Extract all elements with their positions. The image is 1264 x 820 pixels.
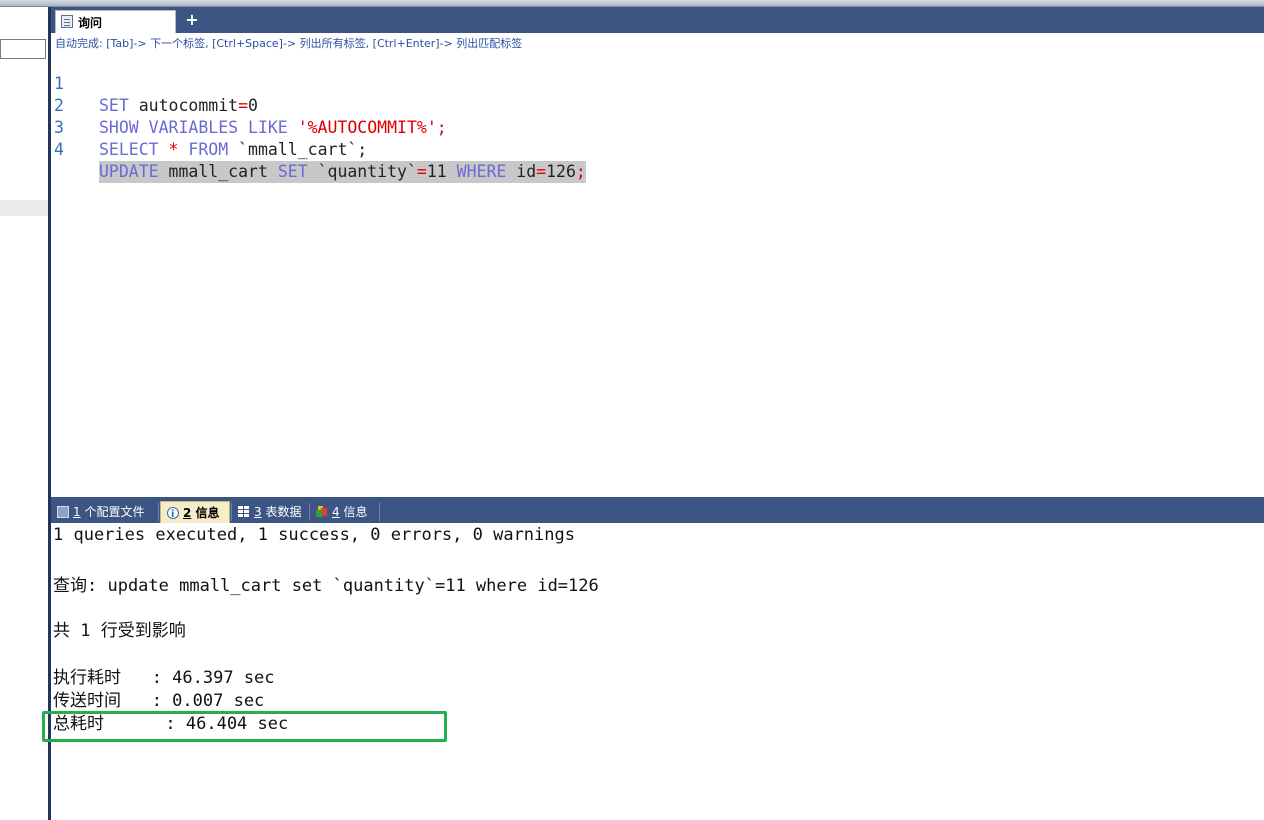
sql-keyword: SET [277, 162, 308, 181]
sql-operator: = [416, 162, 427, 181]
window-top-border [0, 0, 1264, 7]
tab-table-data-number: 3 [254, 505, 262, 519]
object-filter-input[interactable] [0, 39, 46, 59]
tab-profile-label: 个配置文件 [80, 505, 145, 519]
sql-identifier: `quantity` [307, 162, 417, 181]
tab-info-label: 信息 [339, 505, 368, 519]
execution-time-line: 执行耗时 : 46.397 sec [53, 668, 275, 688]
add-tab-button[interactable]: + [184, 10, 200, 30]
code-line: 2 SHOW VARIABLES LIKE '%AUTOCOMMIT%'; [51, 73, 1264, 137]
total-time-highlight-box [42, 711, 447, 742]
sql-value: 126 [546, 162, 576, 181]
sql-identifier: `mmall_cart`; [228, 140, 368, 159]
tab-messages[interactable]: 2 信息 [160, 501, 230, 526]
tab-query-label: 询问 [78, 16, 103, 30]
tab-query[interactable]: 询问 [55, 10, 176, 33]
sql-code-area[interactable]: 1 SET autocommit=0 2 SHOW VARIABLES LIKE… [51, 51, 1264, 183]
sql-value: 11 [426, 162, 457, 181]
profile-icon [57, 506, 69, 518]
results-panel: 1 个配置文件 2 信息 3 表数据 4 信息 1 queries execut… [51, 497, 1264, 820]
table-grid-icon [238, 506, 250, 518]
tab-info[interactable]: 4 信息 [310, 501, 378, 523]
sql-identifier: mmall_cart [158, 162, 278, 181]
code-line-text: UPDATE mmall_cart SET `quantity`=11 WHER… [99, 161, 586, 183]
affected-rows-line: 共 1 行受到影响 [53, 621, 186, 641]
transfer-time-line: 传送时间 : 0.007 sec [53, 691, 265, 711]
info-icon [167, 504, 179, 526]
code-line-selected: 4 UPDATE mmall_cart SET `quantity`=11 WH… [51, 117, 1264, 183]
query-editor-panel: 询问 + 自动完成: [Tab]-> 下一个标签, [Ctrl+Space]->… [51, 7, 1264, 497]
tab-table-data-label: 表数据 [261, 505, 302, 519]
tab-info-number: 4 [332, 505, 340, 519]
tab-separator [158, 503, 159, 521]
object-browser-selected-row[interactable] [0, 200, 48, 216]
code-line: 1 SET autocommit=0 [51, 51, 1264, 115]
autocomplete-hint: 自动完成: [Tab]-> 下一个标签, [Ctrl+Space]-> 列出所有… [55, 37, 523, 50]
tab-profile-number: 1 [73, 505, 81, 519]
sql-keyword: FROM [188, 140, 229, 159]
query-line: 查询: update mmall_cart set `quantity`=11 … [53, 576, 599, 596]
tab-separator [379, 503, 380, 521]
line-number: 4 [54, 140, 64, 159]
tab-profile[interactable]: 1 个配置文件 [51, 501, 157, 523]
object-browser-pane [0, 7, 48, 820]
code-line: 3 SELECT * FROM `mmall_cart`; [51, 95, 1264, 159]
summary-line: 1 queries executed, 1 success, 0 errors,… [53, 525, 575, 545]
code-line-text: SELECT * FROM `mmall_cart`; [99, 139, 367, 161]
sql-identifier: id [506, 162, 537, 181]
tab-messages-label: 信息 [191, 506, 220, 520]
query-file-icon [61, 15, 73, 28]
sql-operator: = [536, 162, 547, 181]
sql-terminator: ; [575, 162, 586, 181]
tab-table-data[interactable]: 3 表数据 [232, 501, 308, 523]
sql-keyword: WHERE [456, 162, 507, 181]
query-tab-strip: 询问 + [51, 7, 1264, 33]
sql-keyword: UPDATE [99, 162, 159, 181]
sql-operator: * [158, 140, 189, 159]
info-blocks-icon [316, 506, 328, 518]
results-tab-strip: 1 个配置文件 2 信息 3 表数据 4 信息 [51, 497, 1264, 526]
